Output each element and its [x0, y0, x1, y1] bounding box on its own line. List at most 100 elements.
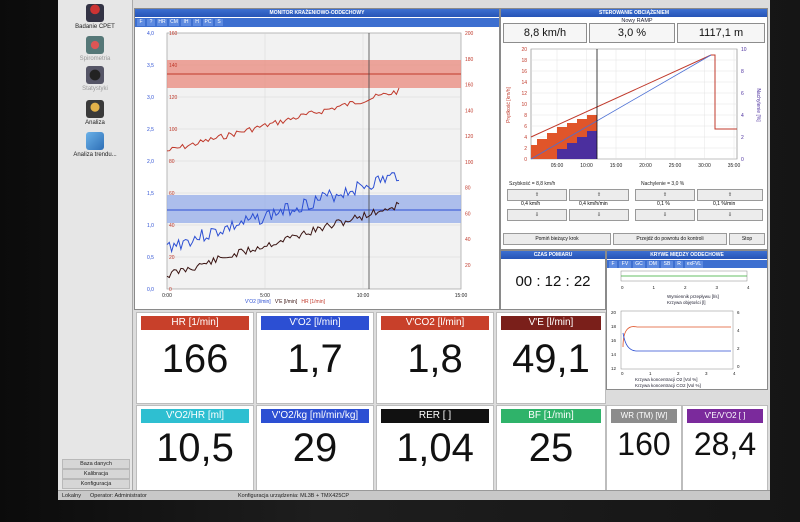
timer-value: 00 : 12 : 22 — [515, 273, 591, 290]
concentration-plot — [620, 310, 734, 370]
value-card: RER [ ] 1,04 — [376, 405, 494, 491]
value-card: V'O2/HR [ml] 10,5 — [136, 405, 254, 491]
breath-y-tick: 20 — [611, 310, 617, 315]
breath-title: KRYWE MIĘDZY ODDECHOWE — [607, 251, 767, 259]
value-card: BF [1/min] 25 — [496, 405, 606, 491]
monitor-title: MONITOR KRAŻENIOWO-ODDECHOWY — [135, 9, 499, 17]
load-yr-tick: 4 — [741, 113, 744, 119]
running-man-icon — [86, 4, 104, 22]
value-card-value: 166 — [161, 337, 229, 381]
toolbar-btn[interactable]: exFVL — [685, 261, 703, 268]
load-y-tick: 14 — [521, 80, 527, 86]
x-tick: 0:00 — [162, 293, 172, 299]
incline-down-button[interactable]: ⇩ — [635, 209, 695, 221]
breath-top-tick: 4 — [747, 285, 750, 290]
y-hr-tick: 80 — [169, 159, 175, 165]
value-card-label: RER [ ] — [381, 409, 489, 423]
load-x-tick: 20:00 — [639, 163, 652, 169]
y-hr-tick: 100 — [169, 127, 178, 133]
breath-x-tick: 3 — [705, 371, 708, 376]
toolbar-btn[interactable]: GC — [633, 261, 645, 268]
y-left-tick: 0,5 — [147, 255, 154, 261]
speed-down-button[interactable]: ⇩ — [507, 209, 567, 221]
incline-step-label: Nachylenie = 3,0 % — [641, 181, 685, 187]
value-card: V'CO2 [l/min] 1,8 — [376, 312, 494, 404]
speed-ramp-down-button[interactable]: ⇩ — [569, 209, 629, 221]
value-card-label: WR (TM) [W] — [611, 409, 677, 423]
trend-analysis-icon — [86, 132, 104, 150]
toolbar-btn[interactable]: CM — [169, 19, 179, 26]
load-x-tick: 05:00 — [551, 163, 564, 169]
toolbar-btn[interactable]: R — [675, 261, 683, 268]
speed-display: 8,8 km/h — [503, 23, 587, 43]
load-y-tick: 8 — [524, 113, 527, 119]
incline-ramp-up-button[interactable]: ⇧ — [697, 189, 763, 201]
load-control-panel: STEROWANIE OBCIĄŻENIEM Nowy RAMP 8,8 km/… — [500, 8, 768, 250]
toolbar-btn[interactable]: S — [215, 19, 223, 26]
breath-top-tick: 2 — [684, 285, 687, 290]
incline-up-button[interactable]: ⇧ — [635, 189, 695, 201]
y-hr-tick: 140 — [169, 63, 178, 69]
load-y-tick: 16 — [521, 69, 527, 75]
sidebar-item-trend[interactable]: Analiza trendu... — [60, 132, 130, 158]
value-card-value: 28,4 — [693, 426, 757, 462]
y-right-tick: 180 — [465, 57, 474, 63]
load-x-tick: 35:00 — [728, 163, 741, 169]
timer-panel: CZAS POMIARU 00 : 12 : 22 — [500, 250, 606, 310]
toolbar-btn[interactable]: ? — [147, 19, 155, 26]
load-x-tick: 25:00 — [669, 163, 682, 169]
y-left-tick: 2,5 — [147, 127, 154, 133]
sidebar-item-analysis[interactable]: Analiza — [60, 100, 130, 126]
toolbar-btn[interactable]: F — [137, 19, 145, 26]
toolbar-btn[interactable]: F — [609, 261, 617, 268]
skip-step-button[interactable]: Pomiń bieżący krok — [503, 233, 611, 245]
load-x-tick: 10:00 — [580, 163, 593, 169]
toolbar-btn[interactable]: IH — [181, 19, 191, 26]
value-card-value: 160 — [617, 426, 671, 462]
y-left-tick: 0,0 — [147, 287, 154, 293]
load-x-tick: 30:00 — [698, 163, 711, 169]
load-y-right-label: Nachylenie [%] — [755, 88, 761, 122]
load-x-tick: 15:00 — [610, 163, 623, 169]
toolbar-btn[interactable]: PC — [203, 19, 213, 26]
breath-y-tick: 18 — [611, 324, 617, 329]
y-hr-tick: 20 — [169, 255, 175, 261]
y-right-tick: 40 — [465, 237, 471, 243]
toolbar-btn[interactable]: H — [193, 19, 201, 26]
sidebar-item-statistics[interactable]: Statystyki — [60, 66, 130, 92]
vo2-target-band — [167, 195, 461, 223]
sidebar-database[interactable]: Baza danych — [62, 459, 130, 469]
speed-up-button[interactable]: ⇧ — [507, 189, 567, 201]
load-chart: 20181614121086420 1086420 05:00 10:00 15:0… — [506, 47, 761, 169]
go-to-recovery-button[interactable]: Przejdź do powrotu do kontroli — [613, 233, 727, 245]
incline-ramp-down-button[interactable]: ⇩ — [697, 209, 763, 221]
incline-step-value: 0,1 % — [657, 201, 670, 207]
value-card-value: 10,5 — [156, 426, 234, 470]
conc-legend-1: Krzywa koncentracji O2 [Vol %] — [635, 377, 698, 382]
stop-button[interactable]: Stop — [729, 233, 765, 245]
y-left-tick: 2,0 — [147, 159, 154, 165]
sidebar-configuration[interactable]: Konfiguracja — [62, 479, 130, 489]
speed-ramp-up-button[interactable]: ⇧ — [569, 189, 629, 201]
x-tick: 15:00 — [455, 293, 468, 299]
breath-x-tick: 4 — [733, 371, 736, 376]
timer-title: CZAS POMIARU — [501, 251, 605, 259]
breath-chart: 01234 Wymiennik przepływu [l/s] Krzywa o… — [611, 270, 750, 388]
sidebar-item-cpet[interactable]: Badanie CPET — [60, 4, 130, 30]
toolbar-btn[interactable]: DM — [647, 261, 659, 268]
breath-y-tick: 16 — [611, 338, 617, 343]
y-left-tick: 1,0 — [147, 223, 154, 229]
value-card-label: V'CO2 [l/min] — [381, 316, 489, 330]
value-card: V'O2/kg [ml/min/kg] 29 — [256, 405, 374, 491]
toolbar-btn[interactable]: SB — [661, 261, 673, 268]
load-y-tick: 18 — [521, 58, 527, 64]
sidebar-item-spirometry[interactable]: Spirometria — [60, 36, 130, 62]
sidebar-calibration[interactable]: Kalibracja — [62, 469, 130, 479]
y-right-tick: 60 — [465, 211, 471, 217]
toolbar-btn[interactable]: HR — [157, 19, 167, 26]
legend-vo2: V'O2 [l/min] — [245, 299, 271, 305]
toolbar-btn[interactable]: FV — [619, 261, 631, 268]
sidebar-item-label: Analiza — [85, 120, 105, 126]
load-yr-tick: 0 — [741, 157, 744, 163]
y-right-tick: 200 — [465, 31, 474, 37]
